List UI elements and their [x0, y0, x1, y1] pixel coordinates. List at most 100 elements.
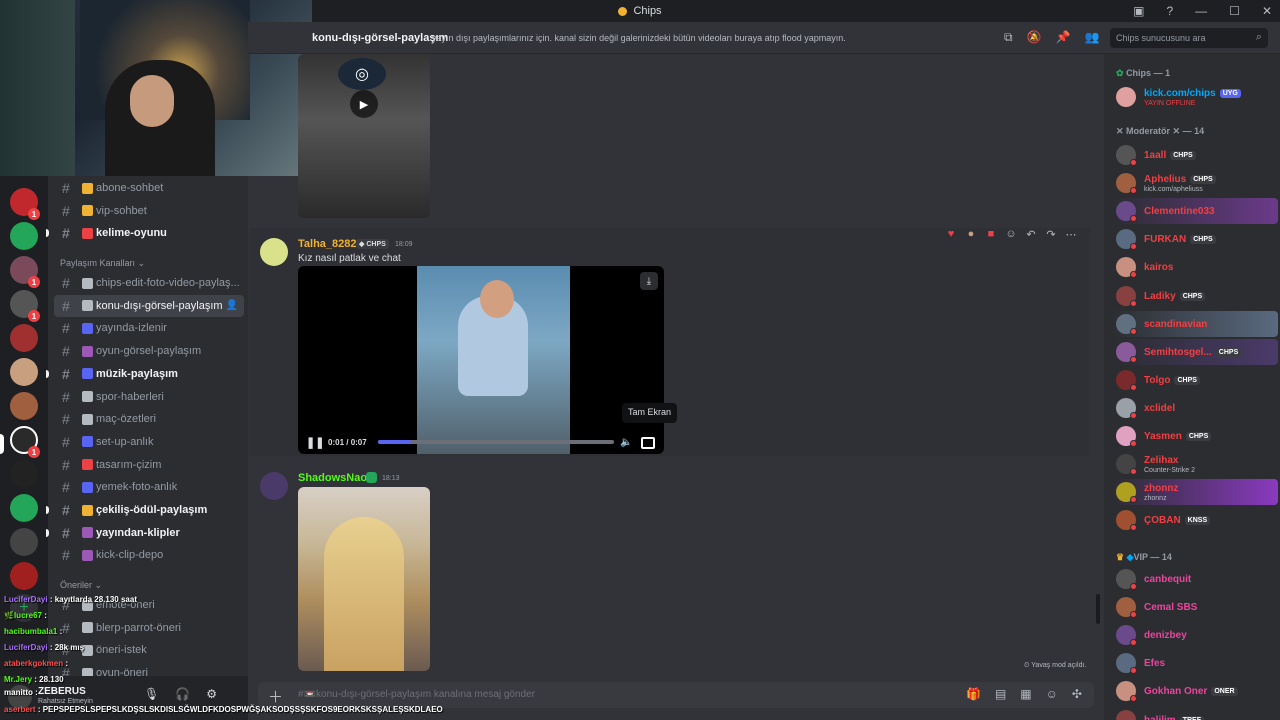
server-icon[interactable] [10, 528, 38, 556]
avatar[interactable] [260, 238, 288, 266]
more-icon[interactable]: ⋯ [1064, 228, 1078, 241]
gif-icon[interactable]: ▤ [995, 687, 1006, 701]
member-item[interactable]: FURKAN CHPS [1112, 226, 1278, 252]
minimize-button[interactable]: — [1195, 4, 1207, 18]
member-item[interactable]: 1aall CHPS [1112, 142, 1278, 168]
avatar[interactable] [260, 472, 288, 500]
settings-icon[interactable]: ⚙ [206, 687, 217, 701]
scrollbar[interactable] [1096, 594, 1100, 624]
close-button[interactable]: ✕ [1262, 4, 1272, 18]
flag-reaction-icon[interactable]: ■ [984, 228, 998, 241]
mute-icon[interactable]: 🔕 [1027, 30, 1042, 45]
emoji-icon[interactable]: ☺ [1046, 687, 1058, 701]
help-icon[interactable]: ? [1166, 4, 1173, 18]
channel-label: spor-haberleri [96, 390, 164, 403]
member-item[interactable]: kairos [1112, 254, 1278, 280]
pin-icon[interactable]: 📌 [1056, 30, 1071, 45]
channel-item[interactable]: # blerp-parrot-öneri [54, 617, 244, 639]
channel-item[interactable]: # tasarım-çizim [54, 454, 244, 476]
invite-icon[interactable]: 👤 [226, 300, 238, 311]
member-avatar [1116, 709, 1136, 720]
channel-item[interactable]: # kick-clip-depo [54, 544, 244, 566]
server-icon[interactable] [10, 494, 38, 522]
server-icon[interactable] [10, 460, 38, 488]
channel-item[interactable]: # yemek-foto-anlık [54, 476, 244, 498]
hash-icon: # [62, 365, 70, 382]
server-icon[interactable] [10, 358, 38, 386]
server-icon[interactable] [10, 392, 38, 420]
member-item[interactable]: Aphelius CHPS kick.com/apheliuss [1112, 170, 1278, 196]
hash-icon: # [62, 225, 70, 242]
member-item[interactable]: denizbey [1112, 622, 1278, 648]
member-item[interactable]: Gokhan Oner ONER [1112, 678, 1278, 704]
channel-item[interactable]: # abone-sohbet [54, 177, 244, 199]
fullscreen-icon[interactable] [641, 437, 655, 449]
headphones-icon[interactable]: 🎧 [175, 687, 190, 701]
volume-icon[interactable]: 🔈 [620, 437, 632, 448]
channel-item[interactable]: # spor-haberleri [54, 386, 244, 408]
reaction-icon[interactable]: ● [964, 228, 978, 241]
user-status: Rahatsız Etmeyin [38, 698, 93, 705]
channel-item[interactable]: # konu-dışı-görsel-paylaşım 👤 [54, 294, 244, 317]
channel-topic[interactable]: yayın dışı paylaşımlarınız için. kanal s… [432, 33, 846, 43]
channel-item[interactable]: # chips-edit-foto-video-paylaş... [54, 272, 244, 294]
add-attachment-icon[interactable]: ＋ [268, 686, 283, 707]
server-icon[interactable] [10, 222, 38, 250]
channel-item[interactable]: # çekiliş-ödül-paylaşım [54, 499, 244, 521]
inbox-icon[interactable]: ▣ [1133, 4, 1144, 18]
search-box[interactable]: Chips sunucusunu ara ⌕ [1110, 28, 1268, 48]
user-name[interactable]: ZEBERUS [38, 686, 86, 697]
channel-label: chips-edit-foto-video-paylaş... [96, 277, 240, 289]
member-item[interactable]: Clementine033 [1112, 198, 1278, 225]
member-item[interactable]: ÇOBAN KNSS [1112, 507, 1278, 533]
video-player[interactable]: ⤓ ❚❚ 0:01 / 0:07 🔈 [298, 266, 664, 454]
forward-icon[interactable]: ↷ [1044, 228, 1058, 241]
channel-item[interactable]: # müzik-paylaşım [54, 363, 244, 385]
chat-user: Mr.Jery [4, 675, 33, 684]
server-icon[interactable] [10, 324, 38, 352]
channel-item[interactable]: # maç-özetleri [54, 408, 244, 430]
member-item[interactable]: canbequit [1112, 566, 1278, 592]
add-reaction-icon[interactable]: ☺ [1004, 228, 1018, 241]
member-item[interactable]: halilim TREF [1112, 707, 1278, 720]
channel-item[interactable]: # set-up-anlık [54, 431, 244, 453]
category-share[interactable]: Paylaşım Kanalları ⌄ [60, 258, 145, 269]
message-author[interactable]: ShadowsNaoe [298, 472, 373, 484]
channel-item[interactable]: # yayından-klipler [54, 522, 244, 544]
pause-icon[interactable]: ❚❚ [306, 436, 324, 449]
member-item[interactable]: Efes [1112, 650, 1278, 676]
reply-icon[interactable]: ↶ [1024, 228, 1038, 241]
member-item[interactable]: zhonnz zhonnz [1112, 479, 1278, 506]
member-item[interactable]: Semihtosgel... CHPS [1112, 338, 1278, 365]
heart-reaction-icon[interactable]: ♥ [944, 228, 958, 241]
hash-icon: # [62, 619, 70, 636]
channel-item[interactable]: # yayında-izlenir [54, 317, 244, 339]
member-item[interactable]: Cemal SBS [1112, 594, 1278, 620]
server-icon[interactable] [10, 562, 38, 590]
gift-icon[interactable]: 🎁 [966, 687, 981, 701]
member-item[interactable]: Tolgo CHPS [1112, 367, 1278, 393]
member-item[interactable]: Yasmen CHPS [1112, 423, 1278, 449]
member-item[interactable]: Ladiky CHPS [1112, 283, 1278, 309]
threads-icon[interactable]: ⧉ [1004, 30, 1013, 45]
channel-item[interactable]: # kelime-oyunu [54, 222, 244, 244]
members-icon[interactable]: 👥 [1084, 30, 1099, 45]
channel-emoji-icon [82, 527, 93, 539]
message-author[interactable]: Talha_8282 [298, 238, 357, 250]
image-attachment[interactable]: ◎ ▶ [298, 54, 430, 218]
member-owner[interactable]: kick.com/chips UYG YAYIN OFFLINE [1112, 84, 1278, 110]
play-icon[interactable]: ▶ [350, 90, 378, 118]
video-progress-bar[interactable] [378, 440, 614, 444]
member-item[interactable]: scandinavian [1112, 310, 1278, 337]
member-item[interactable]: xclidel [1112, 395, 1278, 421]
channel-item[interactable]: # oyun-görsel-paylaşım [54, 340, 244, 362]
sticker-icon[interactable]: ▦ [1020, 687, 1031, 701]
apps-icon[interactable]: ✣ [1072, 687, 1082, 701]
image-attachment[interactable] [298, 487, 430, 671]
member-item[interactable]: Zelihax Counter-Strike 2 [1112, 451, 1278, 477]
category-suggest[interactable]: Öneriler ⌄ [60, 580, 102, 591]
channel-item[interactable]: # vip-sohbet [54, 200, 244, 222]
microphone-icon[interactable]: 🎙 [144, 687, 159, 701]
maximize-button[interactable]: ☐ [1229, 4, 1240, 18]
download-icon[interactable]: ⤓ [640, 272, 658, 290]
